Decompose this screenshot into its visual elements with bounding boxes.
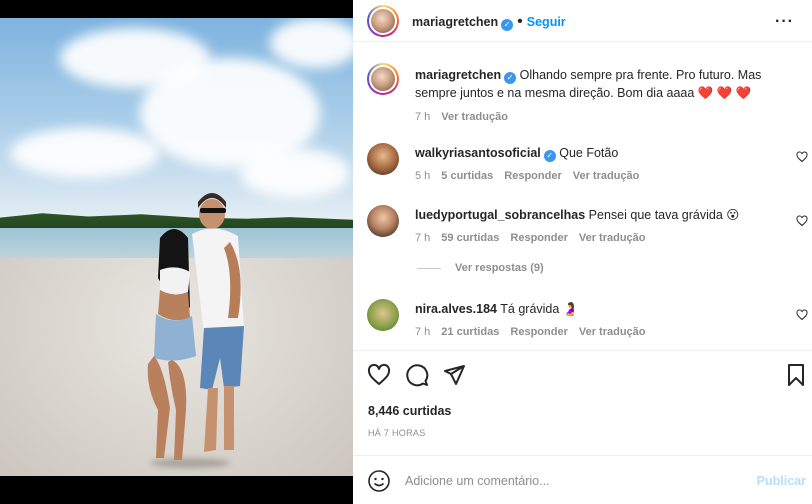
comment-likes[interactable]: 5 curtidas	[441, 170, 493, 182]
separator-dot: •	[517, 13, 523, 30]
more-options-icon[interactable]: ···	[775, 13, 794, 31]
author-avatar[interactable]	[367, 5, 399, 37]
reply-link[interactable]: Responder	[510, 326, 567, 338]
smiley-icon[interactable]	[367, 469, 391, 493]
comment-icon[interactable]	[405, 363, 429, 387]
comment-item: luedyportugal_sobrancelhas Pensei que ta…	[367, 203, 812, 253]
comment-time[interactable]: 7 h	[415, 232, 430, 244]
comment-likes[interactable]: 59 curtidas	[441, 232, 499, 244]
comment-item: nira.alves.184 Tá grávida 🤰 7 h 21 curtid…	[367, 297, 812, 347]
verified-badge-icon: ✓	[501, 19, 514, 31]
caption-username[interactable]: mariagretchen	[415, 68, 501, 82]
like-count[interactable]: 8,446 curtidas	[368, 404, 451, 418]
view-replies-label[interactable]: Ver respostas (9)	[455, 262, 544, 274]
reply-link[interactable]: Responder	[504, 170, 561, 182]
comment-like-heart-icon[interactable]	[796, 215, 808, 227]
post-actions: 8,446 curtidas HÁ 7 HORAS Publicar	[353, 350, 812, 504]
comment-time[interactable]: 7 h	[415, 326, 430, 338]
comment-like-heart-icon[interactable]	[796, 151, 808, 163]
comment-text: Pensei que tava grávida 😮	[588, 208, 740, 222]
reply-link[interactable]: Responder	[510, 232, 567, 244]
comment-time[interactable]: 5 h	[415, 170, 430, 182]
translate-link[interactable]: Ver tradução	[441, 111, 508, 123]
add-comment-bar: Publicar	[353, 455, 812, 504]
post-caption: mariagretchen ✓ Olhando sempre pra frente…	[367, 63, 812, 143]
translate-link[interactable]: Ver tradução	[573, 170, 640, 182]
bookmark-icon[interactable]	[784, 363, 808, 387]
commenter-avatar[interactable]	[367, 143, 399, 175]
publish-button[interactable]: Publicar	[757, 474, 806, 488]
comment-text: Tá grávida 🤰	[500, 302, 579, 316]
photo-cloud	[270, 18, 353, 68]
translate-link[interactable]: Ver tradução	[579, 232, 646, 244]
comments-list[interactable]: mariagretchen ✓ Olhando sempre pra frente…	[353, 43, 812, 349]
post-timestamp[interactable]: HÁ 7 HORAS	[368, 428, 426, 438]
comment-username[interactable]: nira.alves.184	[415, 302, 497, 316]
commenter-avatar[interactable]	[367, 299, 399, 331]
paper-plane-icon[interactable]	[442, 363, 466, 387]
comment-username[interactable]: luedyportugal_sobrancelhas	[415, 208, 585, 222]
replies-divider	[417, 267, 441, 269]
comment-text: Que Fotão	[559, 146, 619, 160]
follow-button[interactable]: Seguir	[527, 15, 566, 29]
verified-badge-icon: ✓	[543, 150, 556, 162]
post-detail-panel: mariagretchen ✓ • Seguir ··· mariagretchen ✓…	[353, 0, 812, 504]
view-replies-button[interactable]: Ver respostas (9)	[417, 262, 544, 274]
photo-cloud	[10, 128, 160, 178]
comment-username[interactable]: walkyriasantosoficial	[415, 146, 541, 160]
author-avatar[interactable]	[367, 63, 399, 95]
author-username[interactable]: mariagretchen	[412, 15, 498, 29]
verified-badge-icon: ✓	[504, 72, 517, 84]
post-photo-pane[interactable]	[0, 0, 353, 504]
comment-likes[interactable]: 21 curtidas	[441, 326, 499, 338]
caption-time[interactable]: 7 h	[415, 111, 430, 123]
commenter-avatar[interactable]	[367, 205, 399, 237]
translate-link[interactable]: Ver tradução	[579, 326, 646, 338]
comment-item: walkyriasantosoficial ✓ Que Fotão 5 h 5 cu…	[367, 141, 812, 191]
post-header: mariagretchen ✓ • Seguir ···	[353, 0, 812, 42]
couple-figure	[147, 193, 244, 460]
comment-input[interactable]	[405, 471, 745, 491]
comment-like-heart-icon[interactable]	[796, 309, 808, 321]
post-photo[interactable]	[0, 18, 353, 476]
heart-icon[interactable]	[367, 363, 391, 387]
